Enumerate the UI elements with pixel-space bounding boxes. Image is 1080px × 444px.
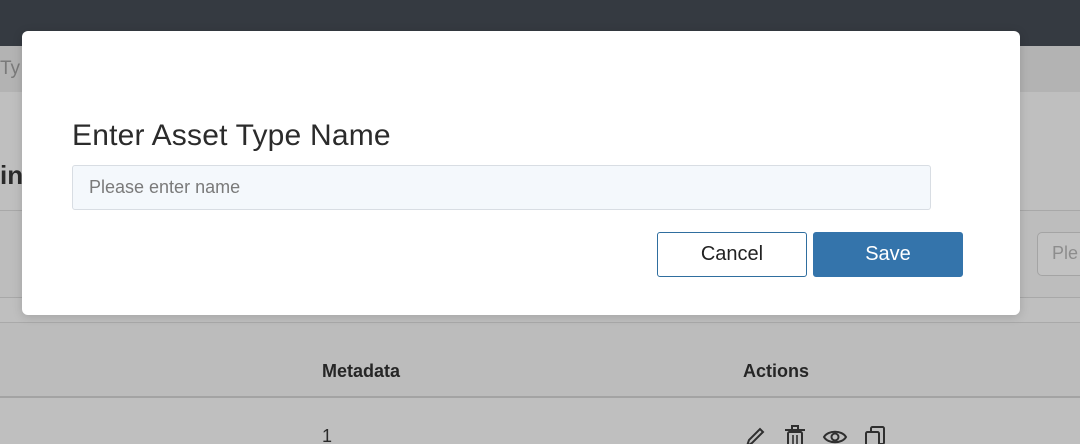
save-button[interactable]: Save (813, 232, 963, 277)
column-header-metadata: Metadata (322, 361, 401, 381)
table-row: 1 (0, 400, 1080, 444)
copy-icon[interactable] (862, 424, 888, 444)
breadcrumb-text: Ty (0, 58, 21, 79)
edit-icon[interactable] (742, 424, 768, 444)
table-header: Metadata Actions (0, 322, 1080, 398)
page-title: in (0, 160, 24, 190)
trash-icon[interactable] (782, 424, 808, 444)
eye-icon[interactable] (822, 424, 848, 444)
metadata-cell: 1 (322, 426, 333, 444)
asset-type-name-input[interactable] (72, 165, 931, 210)
asset-type-name-dialog: Enter Asset Type Name Cancel Save (22, 31, 1020, 315)
dialog-title: Enter Asset Type Name (72, 119, 391, 152)
search-input[interactable]: Ple (1037, 232, 1080, 276)
column-header-actions: Actions (743, 361, 810, 381)
cancel-button[interactable]: Cancel (657, 232, 807, 277)
row-actions (742, 424, 888, 444)
